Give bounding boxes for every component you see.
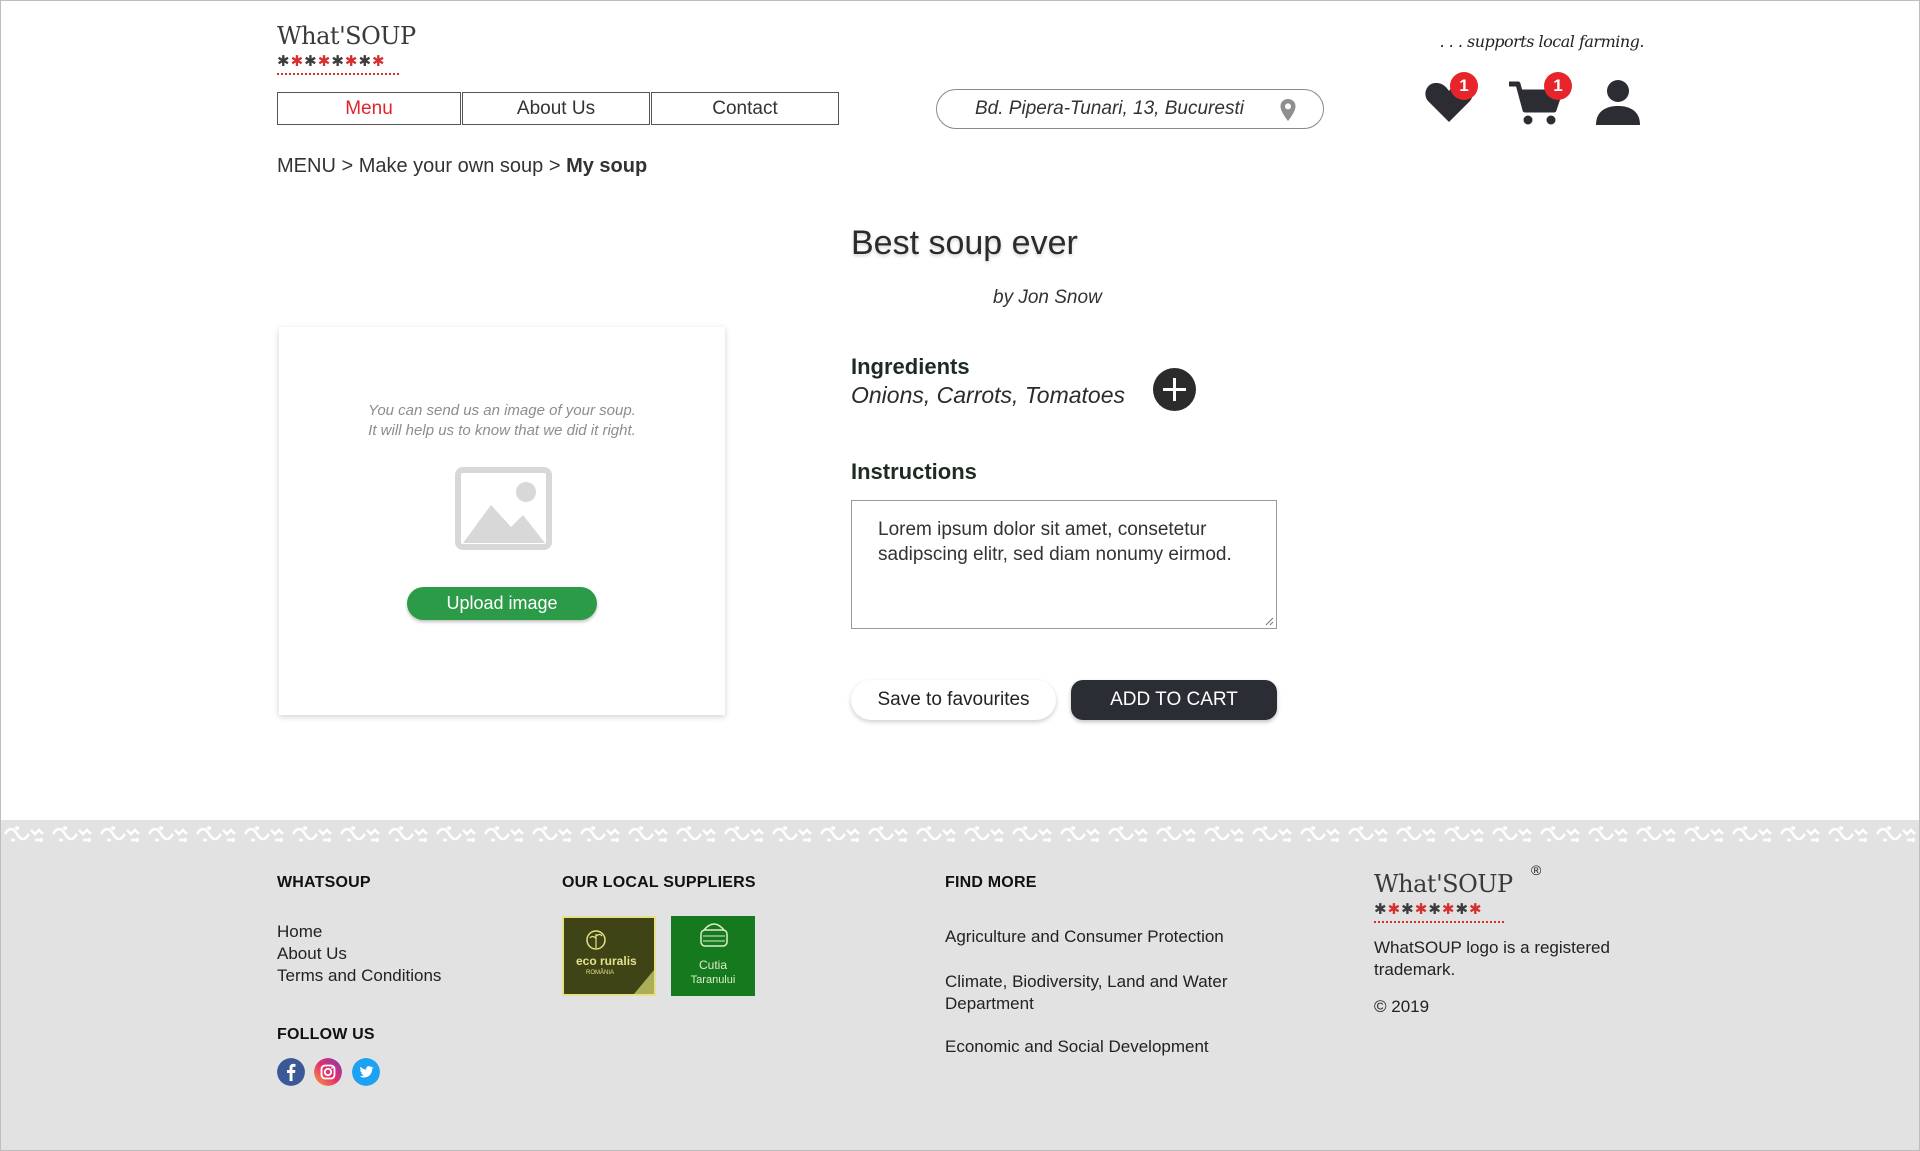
breadcrumb-current: My soup <box>566 155 648 177</box>
profile-button[interactable] <box>1594 78 1642 126</box>
image-placeholder-icon <box>455 467 552 550</box>
address-text: Bd. Pipera-Tunari, 13, Bucuresti <box>975 98 1244 119</box>
favourites-button[interactable]: 1 <box>1424 72 1478 124</box>
logo-embroidery-strip: ✱ ✱ ✱ ✱ ✱ ✱ ✱ ✱ <box>277 53 385 70</box>
tagline: . . . supports local farming. <box>1439 32 1644 51</box>
location-pin-icon <box>1280 99 1296 121</box>
logo-wordmark: What'SOUP <box>277 22 416 50</box>
main-nav: Menu About Us Contact <box>277 92 840 125</box>
footer-logo-wordmark: What'SOUP <box>1374 870 1513 898</box>
basket-icon <box>700 923 728 947</box>
supplier-name-line2: Taranului <box>690 974 736 986</box>
copyright: © 2019 <box>1374 997 1430 1016</box>
resize-grip-icon[interactable] <box>1264 616 1274 626</box>
favourites-count-badge: 1 <box>1450 72 1478 100</box>
soup-author: by Jon Snow <box>993 287 1102 308</box>
footer-logo-embroidery-strip: ✱ ✱ ✱ ✱ ✱ ✱ ✱ ✱ <box>1374 901 1482 918</box>
footer-link-home[interactable]: Home <box>277 922 322 942</box>
logo-dotted-line <box>277 73 399 75</box>
ingredients-label: Ingredients <box>851 354 970 379</box>
trademark-notice: WhatSOUP logo is a registered trademark. <box>1374 938 1610 979</box>
image-upload-card: You can send us an image of your soup. I… <box>279 327 725 715</box>
footer-follow-heading: FOLLOW US <box>277 1026 375 1043</box>
footer: WHATSOUP Home About Us Terms and Conditi… <box>1 820 1919 1150</box>
user-icon <box>1596 80 1640 125</box>
footer-logo: What'SOUP ✱ ✱ ✱ ✱ ✱ ✱ ✱ ✱ <box>1374 870 1513 923</box>
instructions-textarea[interactable]: Lorem ipsum dolor sit amet, consetetur s… <box>851 500 1277 629</box>
supplier-name: eco ruralis <box>576 954 637 968</box>
footer-link-about-us[interactable]: About Us <box>277 944 347 964</box>
supplier-eco-ruralis-logo[interactable]: eco ruralis ROMÂNIA <box>562 916 656 996</box>
instructions-label: Instructions <box>851 459 977 484</box>
footer-logo-dotted-line <box>1374 921 1504 923</box>
footer-logo-text: What'SOUP <box>1374 870 1513 898</box>
footer-suppliers-heading: OUR LOCAL SUPPLIERS <box>562 874 756 891</box>
nav-contact[interactable]: Contact <box>651 92 839 125</box>
upload-hint-line: It will help us to know that we did it r… <box>368 422 636 439</box>
add-ingredient-plus-icon[interactable] <box>1153 368 1196 411</box>
add-to-cart-button[interactable]: ADD TO CART <box>1071 680 1277 720</box>
supplier-cutia-taranului-logo[interactable]: Cutia Taranului <box>671 916 755 996</box>
facebook-icon[interactable] <box>277 1058 305 1086</box>
cart-button[interactable]: 1 <box>1508 72 1572 126</box>
instructions-text: Lorem ipsum dolor sit amet, consetetur s… <box>878 519 1232 565</box>
footer-link-economic[interactable]: Economic and Social Development <box>945 1037 1209 1057</box>
breadcrumb-menu[interactable]: MENU <box>277 155 336 177</box>
footer-link-agriculture[interactable]: Agriculture and Consumer Protection <box>945 927 1224 947</box>
breadcrumb: MENU > Make your own soup > My soup <box>277 155 647 178</box>
breadcrumb-make-your-own-soup[interactable]: Make your own soup <box>359 155 544 177</box>
nav-menu[interactable]: Menu <box>277 92 461 125</box>
cart-count-badge: 1 <box>1544 72 1572 100</box>
supplier-name: Cutia <box>698 958 727 972</box>
footer-folk-pattern <box>1 820 1919 846</box>
footer-link-climate[interactable]: Climate, Biodiversity, Land and Water De… <box>945 971 1285 1015</box>
footer-link-terms[interactable]: Terms and Conditions <box>277 966 441 986</box>
upload-hint-line: You can send us an image of your soup. <box>368 402 636 419</box>
twitter-icon[interactable] <box>352 1058 380 1086</box>
breadcrumb-separator: > <box>548 155 561 177</box>
footer-whatsoup-heading: WHATSOUP <box>277 874 371 891</box>
address-field[interactable]: Bd. Pipera-Tunari, 13, Bucuresti <box>936 89 1324 129</box>
registered-mark: ® <box>1531 862 1542 878</box>
footer-find-more-heading: FIND MORE <box>945 874 1037 891</box>
whatsoup-logo[interactable]: What'SOUP ✱ ✱ ✱ ✱ ✱ ✱ ✱ ✱ <box>277 22 416 75</box>
upload-image-button[interactable]: Upload image <box>407 587 597 620</box>
supplier-country: ROMÂNIA <box>586 970 615 976</box>
save-to-favourites-button[interactable]: Save to favourites <box>851 680 1056 720</box>
upload-hint: You can send us an image of your soup. I… <box>279 401 725 441</box>
instagram-icon[interactable] <box>314 1058 342 1086</box>
breadcrumb-separator: > <box>341 155 354 177</box>
nav-about-us[interactable]: About Us <box>462 92 650 125</box>
ingredients-list: Onions, Carrots, Tomatoes <box>851 382 1125 408</box>
logo-text: What'SOUP <box>277 22 416 50</box>
soup-title: Best soup ever <box>851 224 1078 262</box>
